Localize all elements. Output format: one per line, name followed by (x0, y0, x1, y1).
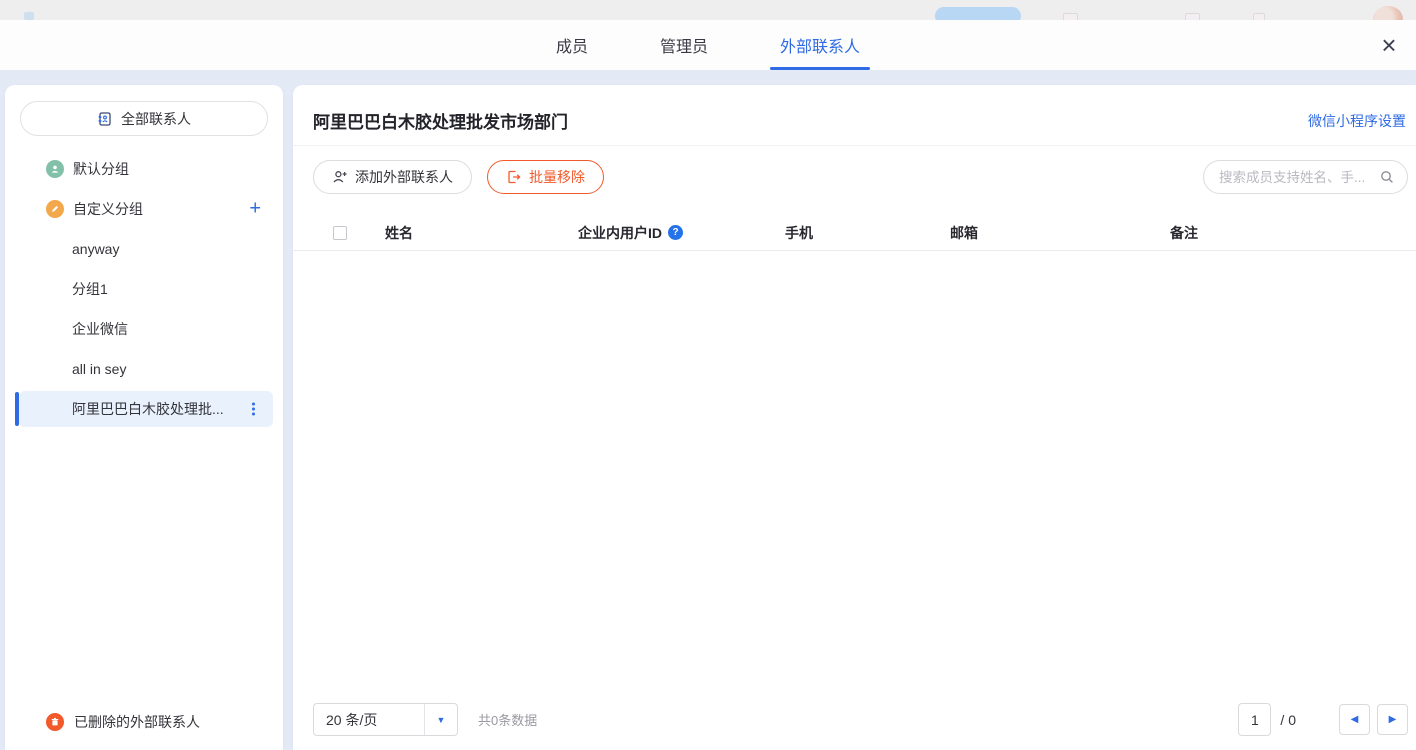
background-app-strip (0, 0, 1416, 20)
sidebar-item-group[interactable]: 分组1 (5, 269, 283, 309)
all-contacts-label: 全部联系人 (121, 109, 191, 129)
sidebar-item-deleted-contacts[interactable]: 已删除的外部联系人 (5, 706, 283, 738)
sidebar-item-custom-group[interactable]: 自定义分组 + (5, 189, 283, 229)
group-label: 默认分组 (73, 159, 129, 179)
miniprogram-settings-link[interactable]: 微信小程序设置 (1308, 111, 1406, 131)
tab-bar: 成员 管理员 外部联系人 (0, 20, 1416, 70)
department-panel: 阿里巴巴白木胶处理批发市场部门 微信小程序设置 添加外部联系人 (293, 85, 1416, 750)
page-title: 阿里巴巴白木胶处理批发市场部门 (313, 108, 568, 133)
group-label: anyway (72, 241, 119, 257)
chevron-down-icon: ▼ (424, 704, 457, 735)
next-page-button[interactable]: ▶ (1377, 704, 1408, 735)
external-contacts-page: 成员 管理员 外部联系人 × 全部联系人 (0, 0, 1416, 750)
page-size-select[interactable]: 20 条/页 ▼ (313, 703, 458, 736)
tab-label: 管理员 (660, 33, 708, 57)
contact-book-icon (97, 111, 113, 127)
button-label: 添加外部联系人 (355, 167, 453, 187)
help-icon[interactable]: ? (668, 225, 683, 240)
sidebar-item-group[interactable]: all in sey (5, 349, 283, 389)
kebab-menu-icon[interactable] (252, 403, 255, 416)
column-header-label: 企业内用户ID (578, 223, 662, 243)
divider (293, 145, 1416, 146)
total-count-label: 共0条数据 (478, 710, 537, 729)
modal-header: 成员 管理员 外部联系人 × (0, 20, 1416, 70)
current-page-box[interactable]: 1 (1238, 703, 1271, 736)
search-input[interactable] (1219, 170, 1379, 185)
batch-remove-button[interactable]: 批量移除 (487, 160, 604, 194)
pencil-icon (46, 200, 64, 218)
group-label: 自定义分组 (73, 199, 143, 219)
add-user-icon (332, 169, 348, 185)
search-icon[interactable] (1379, 169, 1395, 185)
tab-members[interactable]: 成员 (556, 20, 588, 70)
page-size-value: 20 条/页 (314, 710, 424, 730)
column-header-remark: 备注 (1170, 223, 1416, 243)
selected-group-highlight: 阿里巴巴白木胶处理批... (19, 391, 273, 427)
tab-admins[interactable]: 管理员 (660, 20, 708, 70)
tab-label: 外部联系人 (780, 33, 860, 57)
table-footer: 20 条/页 ▼ 共0条数据 1 / 0 ◀ ▶ (313, 703, 1408, 736)
add-external-contact-button[interactable]: 添加外部联系人 (313, 160, 472, 194)
group-label: 阿里巴巴白木胶处理批... (19, 399, 224, 419)
toolbar: 添加外部联系人 批量移除 (313, 160, 1408, 194)
sidebar-item-default-group[interactable]: 默认分组 (5, 149, 283, 189)
close-icon[interactable]: × (1374, 30, 1404, 60)
tab-external-contacts[interactable]: 外部联系人 (780, 20, 860, 70)
add-group-icon[interactable]: + (249, 198, 261, 221)
group-label: 分组1 (72, 279, 108, 299)
select-all-checkbox[interactable] (333, 226, 347, 240)
button-label: 批量移除 (529, 167, 585, 187)
trash-icon (46, 713, 64, 731)
deleted-contacts-label: 已删除的外部联系人 (74, 712, 200, 732)
table-header-row: 姓名 企业内用户ID ? 手机 邮箱 备注 (293, 215, 1416, 251)
contacts-sidebar: 全部联系人 默认分组 自定义分组 + (5, 85, 283, 750)
sidebar-item-group-selected[interactable]: 阿里巴巴白木胶处理批... (5, 389, 283, 429)
remove-icon (506, 169, 522, 185)
group-list: 默认分组 自定义分组 + anyway 分组1 企业微信 (5, 149, 283, 429)
member-search-box (1203, 160, 1408, 194)
column-header-name: 姓名 (385, 223, 578, 243)
group-label: 企业微信 (72, 319, 128, 339)
person-icon (46, 160, 64, 178)
active-indicator-bar (15, 392, 19, 426)
panel-header: 阿里巴巴白木胶处理批发市场部门 微信小程序设置 (293, 85, 1416, 145)
column-header-phone: 手机 (785, 223, 950, 243)
total-pages-label: / 0 (1280, 712, 1296, 728)
background-remnant (24, 12, 34, 20)
prev-page-button[interactable]: ◀ (1339, 704, 1370, 735)
pagination: 1 / 0 ◀ ▶ (1238, 703, 1408, 736)
column-header-email: 邮箱 (950, 223, 1170, 243)
column-header-user-id: 企业内用户ID ? (578, 223, 785, 243)
tab-label: 成员 (556, 33, 588, 57)
group-label: all in sey (72, 361, 126, 377)
all-contacts-button[interactable]: 全部联系人 (20, 101, 268, 136)
sidebar-item-group[interactable]: 企业微信 (5, 309, 283, 349)
sidebar-item-group[interactable]: anyway (5, 229, 283, 269)
